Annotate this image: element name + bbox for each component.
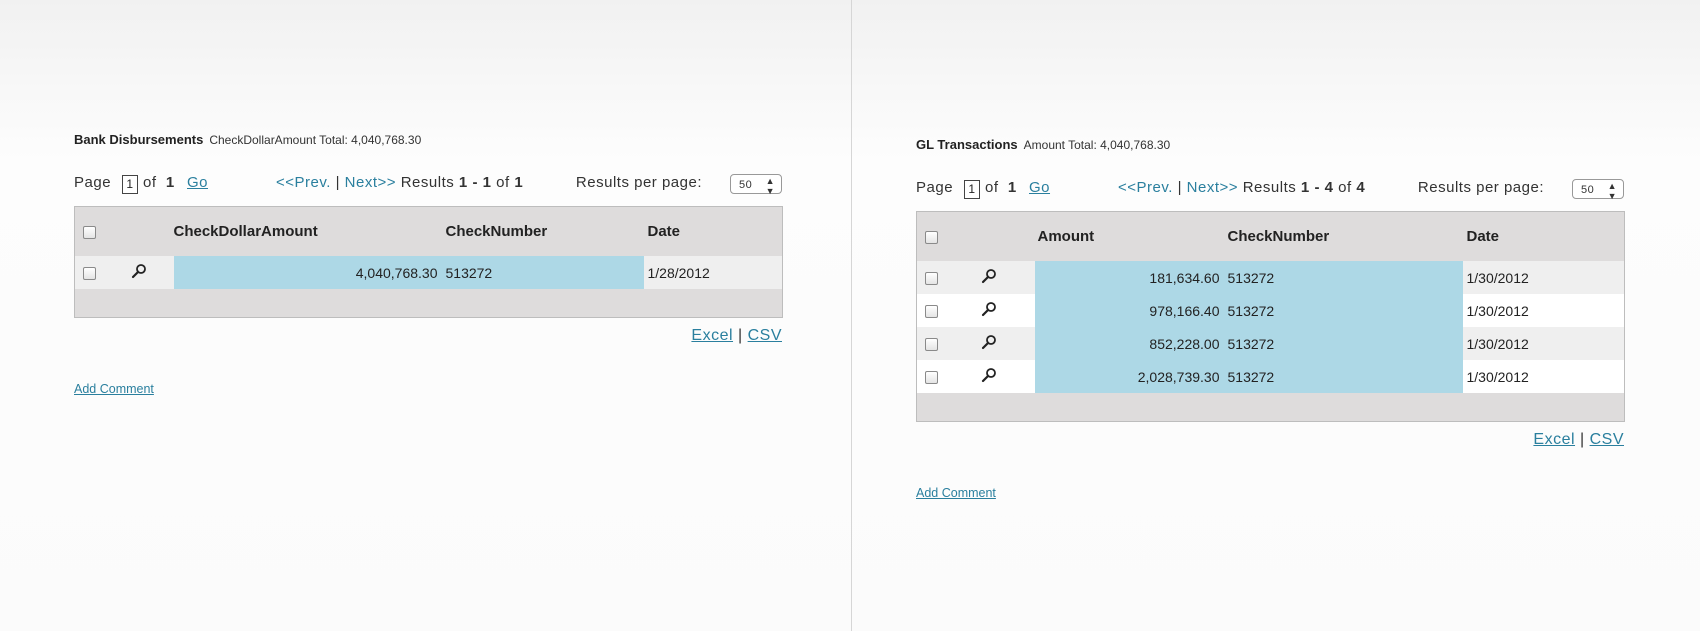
table-header-row: Amount CheckNumber Date xyxy=(916,211,1625,261)
column-header-date[interactable]: Date xyxy=(1462,211,1625,261)
table-footer xyxy=(916,393,1625,422)
page-count: 1 xyxy=(165,174,175,191)
pager: Page 1 of 1 Go <<Prev. | Next>> Results … xyxy=(74,174,782,198)
results-per-page-select[interactable]: 50 ▲ ▼ xyxy=(1572,179,1624,201)
export-links: Excel | CSV xyxy=(691,327,782,344)
row-checkbox[interactable] xyxy=(925,305,938,319)
panel-header: Bank Disbursements CheckDollarAmount Tot… xyxy=(74,132,782,152)
add-comment-link[interactable]: Add Comment xyxy=(74,382,154,396)
cell-checknumber: 513272 xyxy=(445,256,644,289)
panel-divider xyxy=(851,0,852,631)
cell-checknumber: 513272 xyxy=(1227,294,1463,327)
go-button[interactable]: Go xyxy=(187,174,208,191)
row-checkbox[interactable] xyxy=(925,338,938,352)
cell-date: 1/28/2012 xyxy=(643,256,783,289)
cell-date: 1/30/2012 xyxy=(1462,261,1625,294)
page-of-label: of 1 xyxy=(143,174,175,191)
result-navigation: <<Prev. | Next>> Results 1 - 1 of 1 xyxy=(276,174,524,191)
select-all-checkbox[interactable] xyxy=(83,225,96,239)
magnifier-icon[interactable] xyxy=(981,334,997,350)
table-row: 2,028,739.30 513272 1/30/2012 xyxy=(916,360,1625,393)
go-button[interactable]: Go xyxy=(1029,179,1050,196)
select-all-checkbox[interactable] xyxy=(925,230,938,244)
magnifier-icon[interactable] xyxy=(981,301,997,317)
page-of-label: of 1 xyxy=(985,179,1017,196)
row-checkbox[interactable] xyxy=(925,371,938,385)
column-header-checknumber[interactable]: CheckNumber xyxy=(1227,211,1463,261)
table-header-row: CheckDollarAmount CheckNumber Date xyxy=(74,206,783,256)
cell-amount: 181,634.60 xyxy=(1034,261,1228,294)
table-row: 978,166.40 513272 1/30/2012 xyxy=(916,294,1625,327)
gl-transactions-panel: GL Transactions Amount Total: 4,040,768.… xyxy=(916,137,1625,502)
table-row: 852,228.00 513272 1/30/2012 xyxy=(916,327,1625,360)
results-per-page-label: Results per page: xyxy=(575,174,702,191)
page-label: Page xyxy=(916,179,954,196)
panel-header: GL Transactions Amount Total: 4,040,768.… xyxy=(916,137,1624,157)
column-header-amount[interactable]: CheckDollarAmount xyxy=(173,206,446,256)
column-header-amount[interactable]: Amount xyxy=(1034,211,1228,261)
page-label: Page xyxy=(74,174,112,191)
panel-title: GL Transactions xyxy=(916,137,1018,152)
excel-link[interactable]: Excel xyxy=(1533,431,1575,448)
cell-date: 1/30/2012 xyxy=(1462,294,1625,327)
cell-checknumber: 513272 xyxy=(1227,261,1463,294)
add-comment-link[interactable]: Add Comment xyxy=(916,486,996,500)
table-row: 4,040,768.30 513272 1/28/2012 xyxy=(74,256,783,289)
bank-disbursements-panel: Bank Disbursements CheckDollarAmount Tot… xyxy=(74,132,783,398)
select-arrows-icon: ▲ ▼ xyxy=(1607,181,1617,201)
table-footer xyxy=(74,289,783,318)
cell-checknumber: 513272 xyxy=(1227,360,1463,393)
cell-checknumber: 513272 xyxy=(1227,327,1463,360)
panel-title: Bank Disbursements xyxy=(74,132,204,147)
column-header-date[interactable]: Date xyxy=(643,206,783,256)
page-number-input[interactable]: 1 xyxy=(122,175,138,194)
cell-amount: 978,166.40 xyxy=(1034,294,1228,327)
results-per-page-select[interactable]: 50 ▲ ▼ xyxy=(730,174,782,196)
magnifier-icon[interactable] xyxy=(981,367,997,383)
table-row: 181,634.60 513272 1/30/2012 xyxy=(916,261,1625,294)
export-links: Excel | CSV xyxy=(1533,431,1624,448)
select-arrows-icon: ▲ ▼ xyxy=(765,176,775,196)
cell-amount: 852,228.00 xyxy=(1034,327,1228,360)
cell-amount: 2,028,739.30 xyxy=(1034,360,1228,393)
prev-link[interactable]: <<Prev. xyxy=(1118,179,1173,196)
results-label: Results xyxy=(1242,179,1297,196)
panel-total: Amount Total: 4,040,768.30 xyxy=(1023,138,1171,152)
prev-link[interactable]: <<Prev. xyxy=(276,174,331,191)
magnifier-icon[interactable] xyxy=(131,263,147,279)
results-per-page-label: Results per page: xyxy=(1417,179,1544,196)
cell-date: 1/30/2012 xyxy=(1462,360,1625,393)
next-link[interactable]: Next>> xyxy=(345,174,396,191)
page-number-input[interactable]: 1 xyxy=(964,180,980,199)
csv-link[interactable]: CSV xyxy=(748,327,782,344)
result-navigation: <<Prev. | Next>> Results 1 - 4 of 4 xyxy=(1118,179,1366,196)
column-header-checknumber[interactable]: CheckNumber xyxy=(445,206,644,256)
next-link[interactable]: Next>> xyxy=(1187,179,1238,196)
page-count: 1 xyxy=(1007,179,1017,196)
row-checkbox[interactable] xyxy=(925,272,938,286)
row-checkbox[interactable] xyxy=(83,267,96,281)
excel-link[interactable]: Excel xyxy=(691,327,733,344)
pager: Page 1 of 1 Go <<Prev. | Next>> Results … xyxy=(916,179,1624,203)
magnifier-icon[interactable] xyxy=(981,268,997,284)
results-label: Results xyxy=(400,174,455,191)
cell-date: 1/30/2012 xyxy=(1462,327,1625,360)
cell-amount: 4,040,768.30 xyxy=(173,256,446,289)
results-table: CheckDollarAmount CheckNumber Date 4,040… xyxy=(74,206,783,318)
csv-link[interactable]: CSV xyxy=(1590,431,1624,448)
panel-total: CheckDollarAmount Total: 4,040,768.30 xyxy=(209,133,422,147)
results-table: Amount CheckNumber Date 181,634.60 51327… xyxy=(916,211,1625,422)
